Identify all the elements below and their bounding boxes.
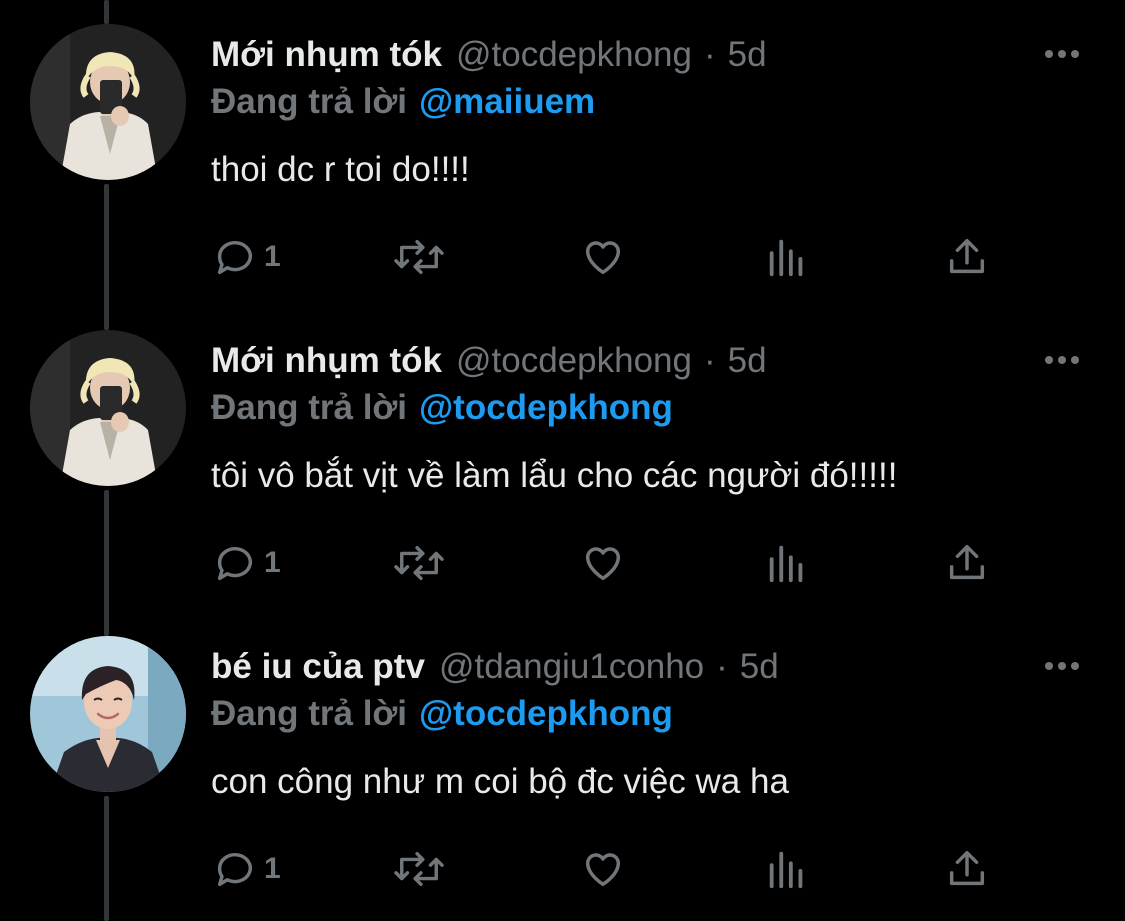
tweet-text: tôi vô bắt vịt về làm lẩu cho các người … bbox=[211, 456, 898, 495]
like-button[interactable] bbox=[580, 538, 626, 588]
action-bar: 1 bbox=[212, 232, 1002, 282]
views-icon bbox=[769, 239, 803, 277]
timestamp[interactable]: 5d bbox=[728, 341, 767, 381]
display-name[interactable]: Mới nhụm tók bbox=[211, 341, 442, 381]
separator-dot: · bbox=[703, 35, 716, 74]
user-handle[interactable]: @tocdepkhong bbox=[456, 341, 692, 381]
tweet[interactable]: Mới nhụm tók @tocdepkhong · 5d Đang trả … bbox=[0, 0, 1125, 306]
reply-prefix: Đang trả lời bbox=[211, 388, 408, 427]
reply-context: Đang trả lời @maiiuem bbox=[211, 82, 595, 122]
reply-button[interactable]: 1 bbox=[212, 232, 281, 282]
share-button[interactable] bbox=[944, 844, 990, 894]
display-name[interactable]: Mới nhụm tók bbox=[211, 35, 442, 75]
share-button[interactable] bbox=[944, 538, 990, 588]
share-icon bbox=[949, 850, 985, 886]
views-icon bbox=[769, 545, 803, 583]
user-handle[interactable]: @tocdepkhong bbox=[456, 35, 692, 75]
user-handle[interactable]: @tdangiu1conho bbox=[439, 647, 704, 687]
reply-icon bbox=[217, 853, 253, 887]
like-button[interactable] bbox=[580, 232, 626, 282]
reply-count: 1 bbox=[264, 546, 281, 579]
views-icon bbox=[769, 851, 803, 889]
reply-count: 1 bbox=[264, 852, 281, 885]
avatar-image bbox=[30, 24, 186, 180]
separator-dot: · bbox=[703, 341, 716, 380]
display-name[interactable]: bé iu của ptv bbox=[211, 647, 425, 687]
retweet-button[interactable] bbox=[392, 538, 446, 588]
more-icon[interactable] bbox=[1043, 654, 1081, 678]
share-icon bbox=[949, 544, 985, 580]
reply-button[interactable]: 1 bbox=[212, 538, 281, 588]
tweet-header: bé iu của ptv @tdangiu1conho · 5d bbox=[211, 642, 779, 692]
more-icon[interactable] bbox=[1043, 348, 1081, 372]
avatar-image bbox=[30, 330, 186, 486]
separator-dot: · bbox=[716, 647, 728, 686]
views-button[interactable] bbox=[764, 538, 810, 588]
reply-prefix: Đang trả lời bbox=[211, 82, 408, 121]
tweet-text: thoi dc r toi do!!!! bbox=[211, 150, 470, 189]
timestamp[interactable]: 5d bbox=[728, 35, 767, 75]
avatar[interactable] bbox=[30, 636, 186, 792]
retweet-icon bbox=[394, 851, 444, 887]
reply-icon bbox=[217, 241, 253, 275]
retweet-button[interactable] bbox=[392, 844, 446, 894]
share-button[interactable] bbox=[944, 232, 990, 282]
views-button[interactable] bbox=[764, 232, 810, 282]
share-icon bbox=[949, 238, 985, 274]
retweet-icon bbox=[394, 545, 444, 581]
reply-to-handle[interactable]: @maiiuem bbox=[419, 82, 595, 121]
like-icon bbox=[585, 853, 621, 887]
like-icon bbox=[585, 241, 621, 275]
reply-button[interactable]: 1 bbox=[212, 844, 281, 894]
tweet[interactable]: bé iu của ptv @tdangiu1conho · 5d Đang t… bbox=[0, 612, 1125, 918]
reply-context: Đang trả lời @tocdepkhong bbox=[211, 388, 673, 428]
action-bar: 1 bbox=[212, 538, 1002, 588]
reply-to-handle[interactable]: @tocdepkhong bbox=[419, 694, 673, 733]
retweet-button[interactable] bbox=[392, 232, 446, 282]
reply-prefix: Đang trả lời bbox=[211, 694, 408, 733]
retweet-icon bbox=[394, 239, 444, 275]
tweet-header: Mới nhụm tók @tocdepkhong · 5d bbox=[211, 336, 767, 386]
avatar[interactable] bbox=[30, 330, 186, 486]
like-icon bbox=[585, 547, 621, 581]
reply-context: Đang trả lời @tocdepkhong bbox=[211, 694, 673, 734]
reply-to-handle[interactable]: @tocdepkhong bbox=[419, 388, 673, 427]
avatar-image bbox=[30, 636, 186, 792]
like-button[interactable] bbox=[580, 844, 626, 894]
tweet[interactable]: Mới nhụm tók @tocdepkhong · 5d Đang trả … bbox=[0, 306, 1125, 612]
reply-count: 1 bbox=[264, 240, 281, 273]
tweet-header: Mới nhụm tók @tocdepkhong · 5d bbox=[211, 30, 767, 80]
views-button[interactable] bbox=[764, 844, 810, 894]
reply-icon bbox=[217, 547, 253, 581]
more-icon[interactable] bbox=[1043, 42, 1081, 66]
action-bar: 1 bbox=[212, 844, 1002, 894]
timestamp[interactable]: 5d bbox=[740, 647, 779, 687]
tweet-text: con công như m coi bộ đc việc wa ha bbox=[211, 762, 789, 801]
avatar[interactable] bbox=[30, 24, 186, 180]
